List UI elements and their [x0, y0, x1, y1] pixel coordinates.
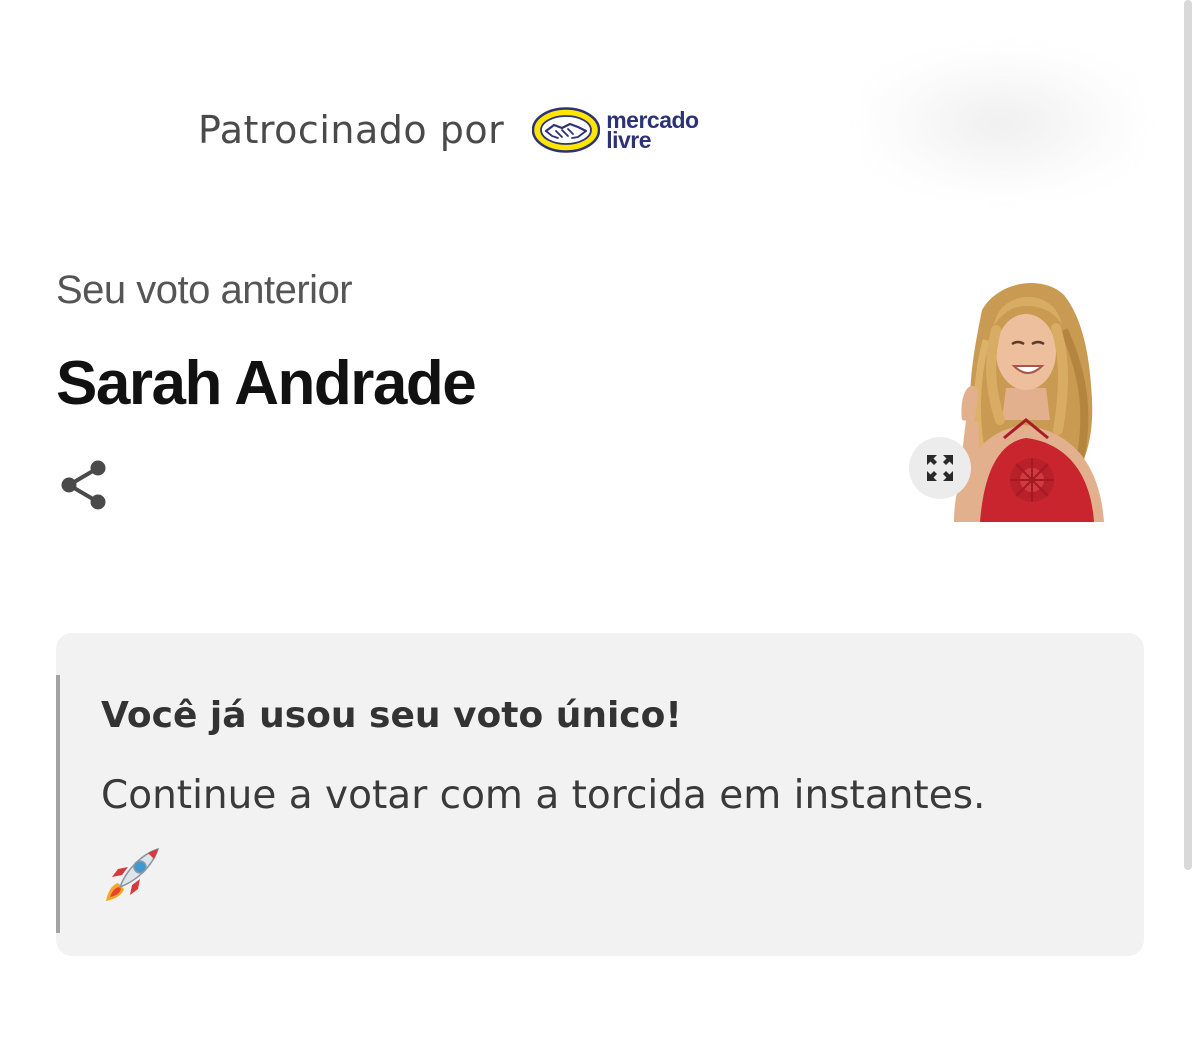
notice-title: Você já usou seu voto único!	[101, 695, 682, 736]
handshake-icon	[532, 107, 601, 153]
logo-line-2: livre	[606, 127, 652, 153]
sponsor-label: Patrocinado por	[198, 108, 505, 152]
blurred-overlay	[862, 48, 1142, 198]
expand-photo-button[interactable]	[909, 437, 971, 499]
previous-vote-label: Seu voto anterior	[56, 268, 353, 312]
page-scrollbar[interactable]	[1184, 0, 1192, 870]
mercado-livre-wordmark: mercado livre	[606, 109, 699, 153]
share-icon[interactable]	[58, 458, 110, 512]
notice-text: Continue a votar com a torcida em instan…	[101, 773, 986, 818]
candidate-name: Sarah Andrade	[56, 349, 477, 418]
sponsor-banner: Patrocinado por mercado livre	[198, 100, 699, 160]
vote-used-notice: Você já usou seu voto único! Continue a …	[56, 633, 1144, 956]
notice-accent-bar	[56, 675, 60, 933]
mercado-livre-logo[interactable]: mercado livre	[532, 107, 699, 153]
expand-icon	[927, 455, 953, 481]
rocket-icon	[106, 847, 160, 901]
